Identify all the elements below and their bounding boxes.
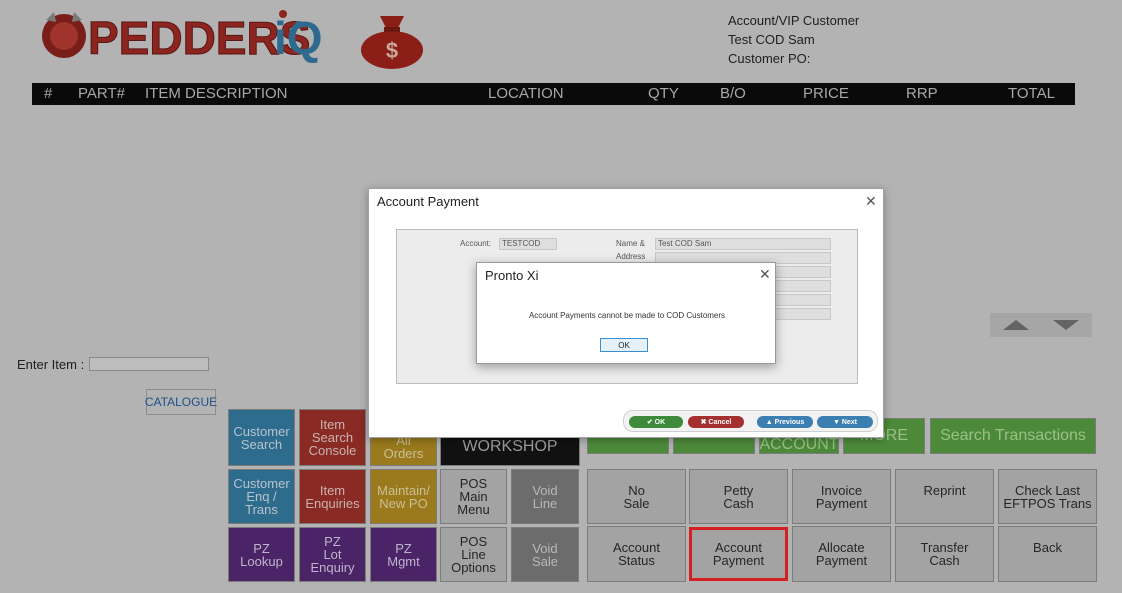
pos-line-options-button[interactable]: POS Line Options: [440, 527, 507, 582]
petty-cash-button[interactable]: Petty Cash: [689, 469, 788, 524]
check-last-eftpos-button[interactable]: Check Last EFTPOS Trans: [998, 469, 1097, 524]
dialog-footer: ✔ OK ✖ Cancel ▲ Previous ▼ Next: [623, 410, 878, 432]
account-status-button[interactable]: Account Status: [587, 526, 686, 582]
pronto-ok-button[interactable]: OK: [600, 338, 648, 352]
money-bag-icon: $: [356, 8, 428, 70]
enter-item-input[interactable]: [89, 357, 209, 371]
item-search-console-button[interactable]: Item Search Console: [299, 409, 366, 466]
reprint-button[interactable]: Reprint: [895, 469, 994, 524]
item-enquiries-button[interactable]: Item Enquiries: [299, 469, 366, 524]
item-column-header: # PART# ITEM DESCRIPTION LOCATION QTY B/…: [32, 83, 1075, 105]
pos-main-menu-button[interactable]: POS Main Menu: [440, 469, 507, 524]
void-sale-button[interactable]: Void Sale: [511, 527, 579, 582]
scroll-down-icon[interactable]: [1053, 320, 1079, 330]
name-field[interactable]: Test COD Sam: [655, 238, 831, 250]
pedders-logo: PEDDERS iQ: [40, 8, 330, 65]
customer-enq-trans-button[interactable]: Customer Enq / Trans: [228, 469, 295, 524]
pz-lookup-button[interactable]: PZ Lookup: [228, 527, 295, 582]
customer-po-label: Customer PO:: [728, 51, 811, 66]
void-line-button[interactable]: Void Line: [511, 469, 579, 524]
dialog-title: Account Payment: [377, 194, 479, 209]
customer-search-button[interactable]: Customer Search: [228, 409, 295, 466]
pz-lot-enquiry-button[interactable]: PZ Lot Enquiry: [299, 527, 366, 582]
scroll-up-icon[interactable]: [1003, 320, 1029, 330]
customer-name: Test COD Sam: [728, 32, 815, 47]
back-button[interactable]: Back: [998, 526, 1097, 582]
close-icon[interactable]: ✕: [865, 193, 877, 210]
previous-button[interactable]: ▲ Previous: [757, 416, 813, 428]
name-label: Name &: [616, 239, 645, 248]
pronto-message: Account Payments cannot be made to COD C…: [528, 311, 726, 320]
invoice-payment-button[interactable]: Invoice Payment: [792, 469, 891, 524]
address-label: Address: [616, 252, 646, 261]
col-location: LOCATION: [488, 85, 564, 102]
maintain-new-po-button[interactable]: Maintain/ New PO: [370, 469, 437, 524]
next-button[interactable]: ▼ Next: [817, 416, 873, 428]
pronto-xi-dialog: Pronto Xi ✕ Account Payments cannot be m…: [476, 262, 776, 364]
no-sale-button[interactable]: No Sale: [587, 469, 686, 524]
col-qty: QTY: [648, 85, 679, 102]
account-payment-button[interactable]: Account Payment: [689, 527, 788, 581]
col-part: PART#: [78, 85, 125, 102]
svg-text:iQ: iQ: [274, 12, 323, 64]
col-description: ITEM DESCRIPTION: [145, 85, 288, 102]
ok-button[interactable]: ✔ OK: [629, 416, 683, 428]
search-transactions-button[interactable]: Search Transactions: [930, 418, 1096, 454]
account-label: Account:: [460, 239, 492, 248]
svg-text:$: $: [386, 38, 398, 63]
scroll-arrows: [990, 313, 1092, 337]
catalogue-button[interactable]: CATALOGUE: [145, 389, 217, 415]
col-price: PRICE: [803, 85, 849, 102]
close-icon[interactable]: ✕: [759, 266, 771, 283]
account-field[interactable]: TESTCOD: [499, 238, 557, 250]
transfer-cash-button[interactable]: Transfer Cash: [895, 526, 994, 582]
enter-item-label: Enter Item :: [17, 357, 85, 372]
pronto-title: Pronto Xi: [485, 268, 539, 283]
col-number: #: [44, 85, 53, 102]
allocate-payment-button[interactable]: Allocate Payment: [792, 526, 891, 582]
cancel-button[interactable]: ✖ Cancel: [688, 416, 744, 428]
col-total: TOTAL: [1008, 85, 1055, 102]
pz-mgmt-button[interactable]: PZ Mgmt: [370, 527, 437, 582]
col-rrp: RRP: [906, 85, 938, 102]
col-bo: B/O: [720, 85, 746, 102]
customer-type: Account/VIP Customer: [728, 13, 860, 28]
